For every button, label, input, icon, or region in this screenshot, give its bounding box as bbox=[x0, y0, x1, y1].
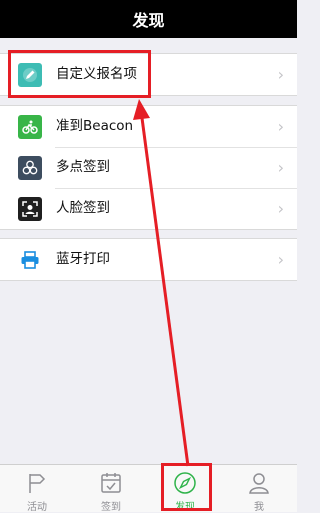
annotation-arrow bbox=[133, 99, 190, 467]
